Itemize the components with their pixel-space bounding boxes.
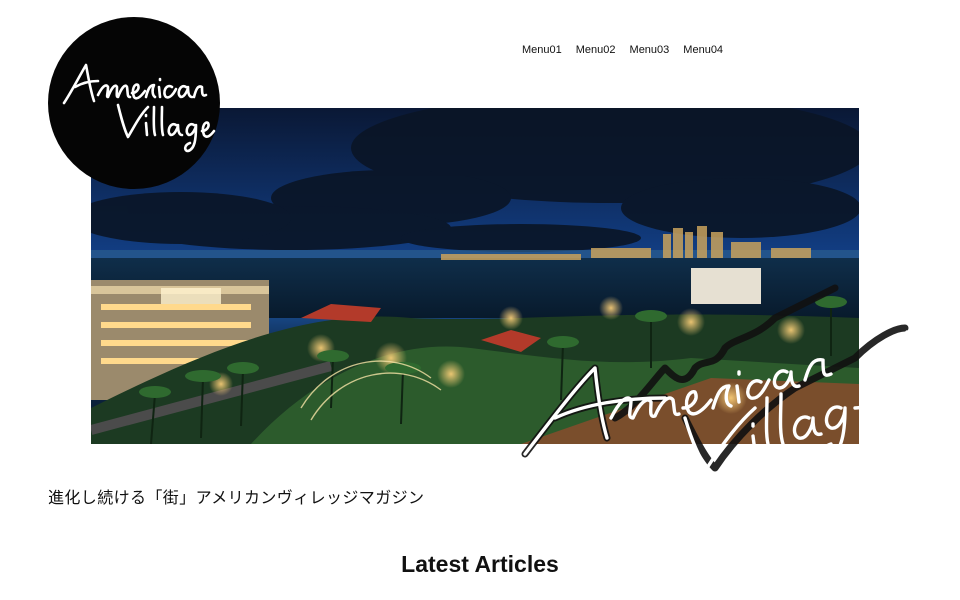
nav-menu04[interactable]: Menu04 — [683, 42, 723, 58]
page: Menu01 Menu02 Menu03 Menu04 進化し続ける「街」アメリ… — [0, 0, 960, 600]
nav-menu03[interactable]: Menu03 — [630, 42, 670, 58]
main-nav: Menu01 Menu02 Menu03 Menu04 — [522, 42, 723, 58]
latest-articles-heading: Latest Articles — [401, 551, 559, 577]
nav-menu01[interactable]: Menu01 — [522, 42, 562, 58]
site-tagline: 進化し続ける「街」アメリカンヴィレッジマガジン — [48, 488, 425, 507]
logo-script-graphic — [62, 63, 216, 153]
nav-menu02[interactable]: Menu02 — [576, 42, 616, 58]
site-logo[interactable] — [48, 17, 220, 189]
